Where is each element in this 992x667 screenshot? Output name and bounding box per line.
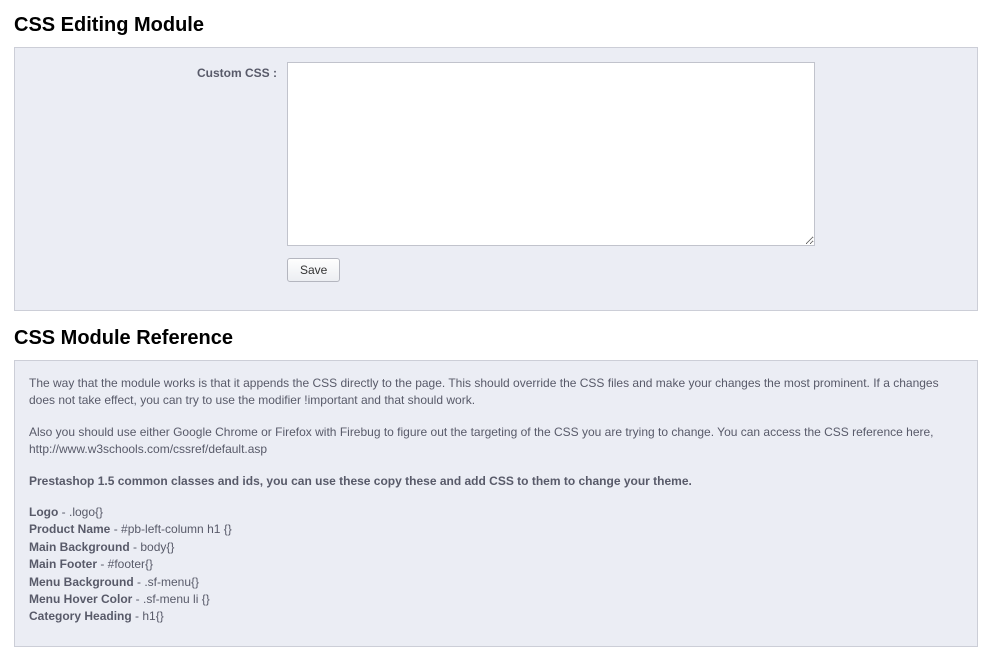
custom-css-row: Custom CSS : (29, 62, 963, 246)
reference-item-name: Product Name (29, 522, 110, 536)
save-button[interactable]: Save (287, 258, 340, 282)
custom-css-control (287, 62, 815, 246)
reference-para-2: Also you should use either Google Chrome… (29, 424, 963, 459)
save-button-row: Save (287, 258, 963, 282)
reference-para-1: The way that the module works is that it… (29, 375, 963, 410)
reference-item: Product Name - #pb-left-column h1 {} (29, 521, 963, 538)
reference-item-selector: - body{} (130, 540, 175, 554)
reference-item: Logo - .logo{} (29, 504, 963, 521)
reference-item-selector: - .sf-menu{} (134, 575, 199, 589)
reference-subheading: Prestashop 1.5 common classes and ids, y… (29, 473, 963, 490)
editing-title: CSS Editing Module (14, 14, 978, 37)
reference-item-name: Menu Hover Color (29, 592, 132, 606)
reference-item-selector: - h1{} (132, 609, 164, 623)
reference-item: Category Heading - h1{} (29, 608, 963, 625)
reference-panel: The way that the module works is that it… (14, 360, 978, 647)
reference-item: Menu Hover Color - .sf-menu li {} (29, 591, 963, 608)
reference-item-name: Category Heading (29, 609, 132, 623)
reference-item-name: Menu Background (29, 575, 134, 589)
reference-list: Logo - .logo{} Product Name - #pb-left-c… (29, 504, 963, 626)
reference-item: Menu Background - .sf-menu{} (29, 574, 963, 591)
reference-item-name: Main Background (29, 540, 130, 554)
reference-item: Main Footer - #footer{} (29, 556, 963, 573)
reference-item-selector: - #footer{} (97, 557, 153, 571)
editing-panel: Custom CSS : Save (14, 47, 978, 311)
reference-item-selector: - #pb-left-column h1 {} (110, 522, 231, 536)
reference-item-name: Main Footer (29, 557, 97, 571)
reference-item-selector: - .logo{} (58, 505, 103, 519)
reference-item: Main Background - body{} (29, 539, 963, 556)
custom-css-label: Custom CSS : (29, 62, 287, 80)
reference-item-name: Logo (29, 505, 58, 519)
reference-item-selector: - .sf-menu li {} (132, 592, 209, 606)
reference-title: CSS Module Reference (14, 327, 978, 350)
custom-css-textarea[interactable] (287, 62, 815, 246)
